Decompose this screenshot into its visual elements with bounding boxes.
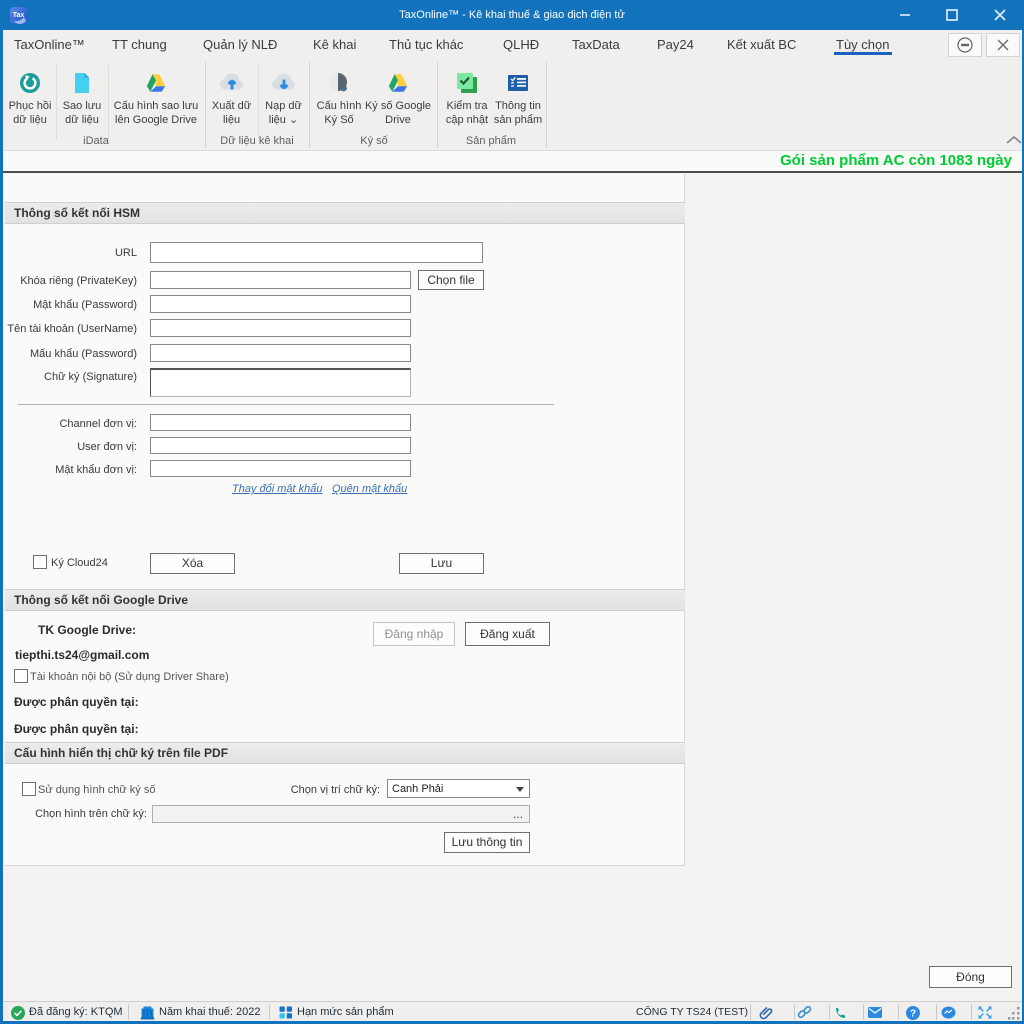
svg-text:?: ? xyxy=(910,1009,916,1020)
